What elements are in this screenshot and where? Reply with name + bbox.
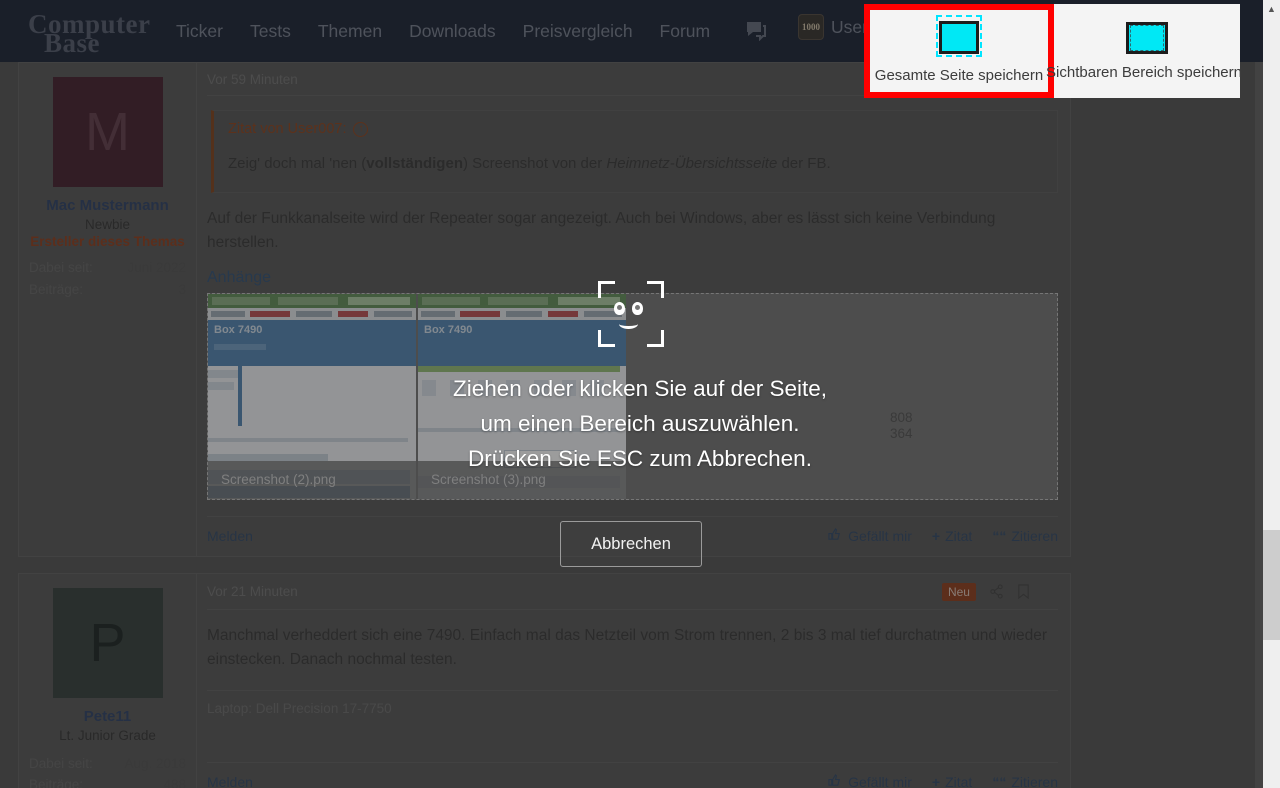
hint-line-2: um einen Bereich auszuwählen.	[0, 407, 1280, 442]
save-full-page-button[interactable]: Gesamte Seite speichern	[864, 4, 1054, 98]
screenshot-tool-popup: Gesamte Seite speichern Sichtbaren Berei…	[864, 4, 1240, 98]
save-visible-area-icon	[1126, 22, 1168, 54]
save-visible-area-label: Sichtbaren Bereich speichern	[1046, 64, 1242, 81]
screen: Computer Base Ticker Tests Themen Downlo…	[0, 0, 1280, 788]
save-full-page-icon	[936, 19, 982, 57]
hint-line-1: Ziehen oder klicken Sie auf der Seite,	[0, 372, 1280, 407]
cancel-button[interactable]: Abbrechen	[560, 521, 702, 567]
chevron-up-icon[interactable]: ▲	[1263, 0, 1280, 17]
selection-dimensions: 808 364	[890, 410, 913, 442]
selection-width: 808	[890, 410, 913, 426]
selection-height: 364	[890, 426, 913, 442]
scrollbar-gutter	[1255, 62, 1263, 788]
save-full-page-label: Gesamte Seite speichern	[875, 67, 1043, 84]
save-visible-area-button[interactable]: Sichtbaren Bereich speichern	[1054, 4, 1240, 98]
browser-scrollbar[interactable]: ▲	[1263, 0, 1280, 788]
scrollbar-thumb[interactable]	[1263, 530, 1280, 640]
hint-line-3: Drücken Sie ESC zum Abbrechen.	[0, 442, 1280, 477]
region-select-hint: Ziehen oder klicken Sie auf der Seite, u…	[0, 372, 1280, 477]
capture-crosshair-smiley-cursor	[598, 281, 664, 347]
